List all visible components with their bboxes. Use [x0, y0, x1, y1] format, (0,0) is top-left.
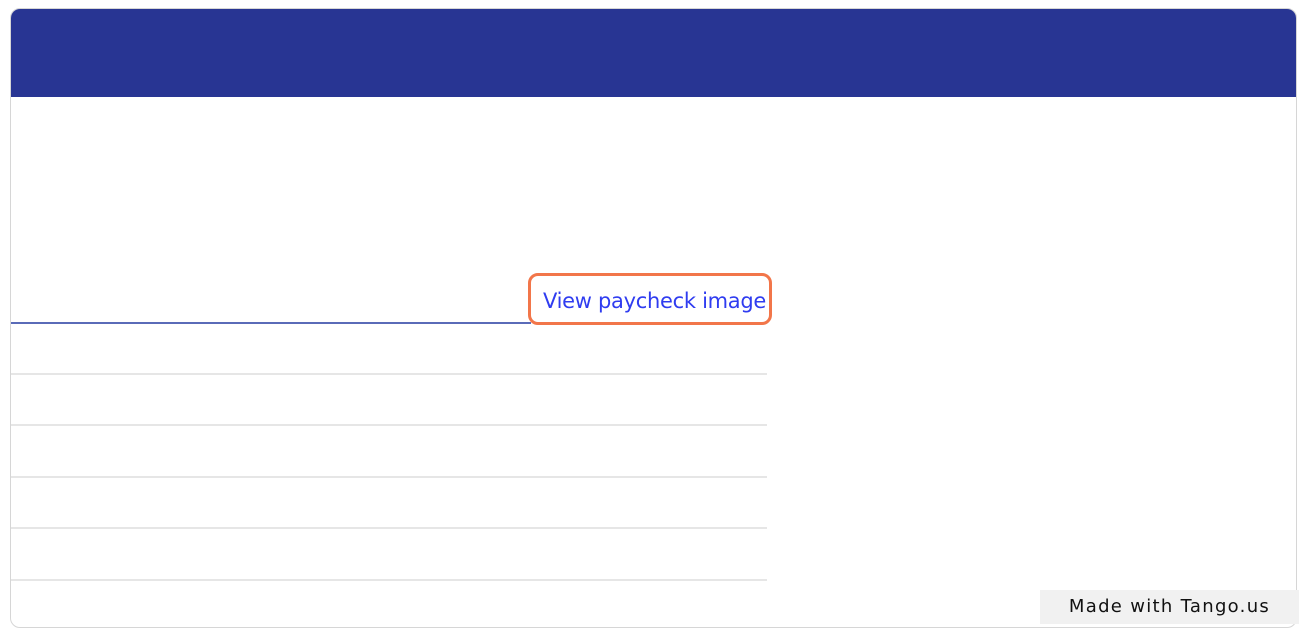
made-with-tango-watermark: Made with Tango.us: [1040, 590, 1299, 624]
table-row-divider: [11, 527, 767, 529]
table-row-divider: [11, 424, 767, 426]
top-header-bar: [11, 9, 1296, 97]
table-row-divider: [11, 579, 767, 581]
view-paycheck-image-link[interactable]: View paycheck image: [543, 289, 766, 313]
paycheck-link-row: View paycheck image: [11, 273, 777, 325]
table-row-divider: [11, 476, 767, 478]
section-divider: [11, 322, 531, 324]
app-window: View paycheck image: [10, 8, 1297, 628]
table-row-divider: [11, 373, 767, 375]
